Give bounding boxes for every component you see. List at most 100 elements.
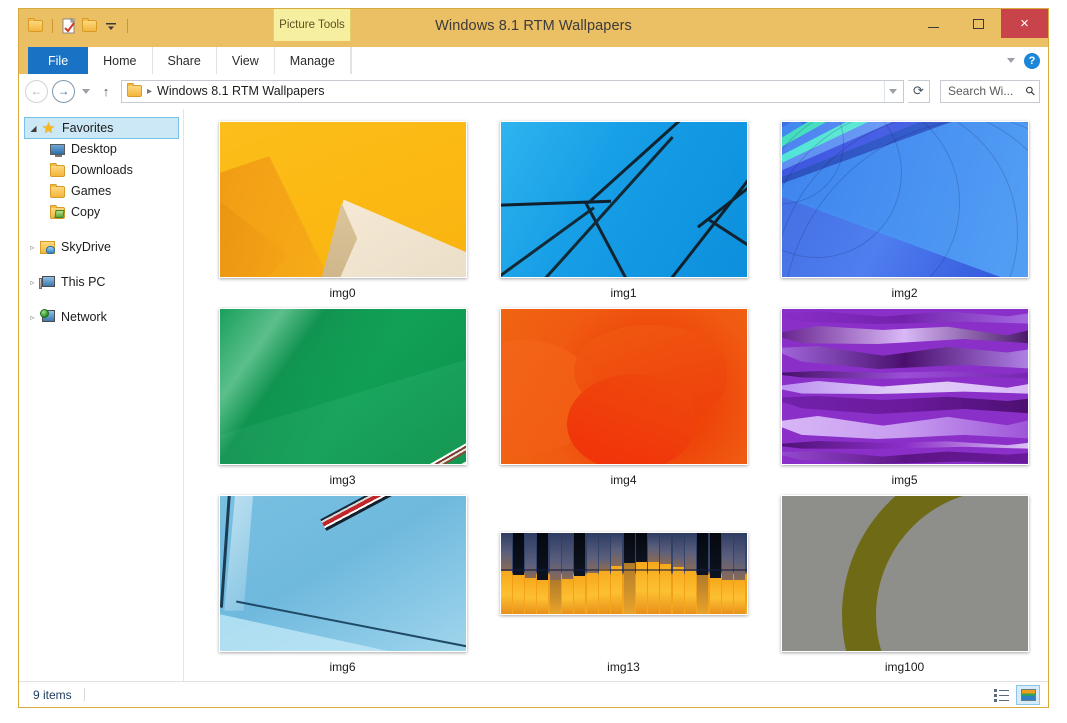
sidebar-item-label: Favorites bbox=[62, 122, 113, 135]
forward-icon: → bbox=[58, 84, 70, 98]
thumbnail-wrap bbox=[202, 491, 483, 656]
file-name-label: img6 bbox=[329, 656, 355, 678]
file-name-label: img1 bbox=[610, 282, 636, 304]
tab-view[interactable]: View bbox=[217, 47, 275, 74]
breadcrumb-separator: ▸ bbox=[147, 86, 152, 97]
close-button[interactable]: × bbox=[1001, 9, 1048, 38]
up-button[interactable]: ↑ bbox=[97, 84, 115, 99]
sidebar-item-label: SkyDrive bbox=[61, 241, 111, 254]
chevron-down-icon bbox=[82, 89, 90, 94]
thumbnail-wrap bbox=[483, 304, 764, 469]
help-icon[interactable]: ? bbox=[1024, 53, 1040, 69]
file-list-view[interactable]: img0 img1 img2 bbox=[184, 109, 1048, 681]
list-item[interactable]: img3 bbox=[202, 304, 483, 491]
sidebar-item-skydrive[interactable]: ▹ SkyDrive bbox=[20, 237, 183, 258]
twisty-icon[interactable]: ◢ bbox=[27, 124, 40, 133]
file-name-label: img5 bbox=[891, 469, 917, 491]
file-thumbnail[interactable] bbox=[500, 308, 748, 465]
file-thumbnail[interactable] bbox=[500, 532, 748, 615]
tab-view-label: View bbox=[232, 54, 259, 68]
folder-icon bbox=[49, 163, 66, 178]
sidebar-item-label: Copy bbox=[71, 206, 100, 219]
list-item[interactable]: img6 bbox=[202, 491, 483, 678]
navigation-pane: ◢ ★ Favorites Desktop Downloads Games Co… bbox=[20, 109, 184, 681]
sidebar-item-games[interactable]: Games bbox=[20, 181, 183, 202]
twisty-icon[interactable]: ▹ bbox=[26, 278, 39, 287]
address-dropdown-icon[interactable] bbox=[884, 81, 901, 102]
maximize-button[interactable] bbox=[956, 9, 1001, 38]
file-thumbnail[interactable] bbox=[219, 308, 467, 465]
sidebar-item-label: Downloads bbox=[71, 164, 133, 177]
tab-share[interactable]: Share bbox=[153, 47, 217, 74]
thumbnail-wrap bbox=[202, 117, 483, 282]
title-bar: Picture Tools Windows 8.1 RTM Wallpapers… bbox=[19, 9, 1048, 47]
sidebar-item-downloads[interactable]: Downloads bbox=[20, 160, 183, 181]
thumbnail-wrap bbox=[764, 304, 1045, 469]
file-name-label: img0 bbox=[329, 282, 355, 304]
file-name-label: img3 bbox=[329, 469, 355, 491]
list-item[interactable]: img4 bbox=[483, 304, 764, 491]
explorer-body: ◢ ★ Favorites Desktop Downloads Games Co… bbox=[19, 109, 1048, 681]
tab-manage[interactable]: Manage bbox=[275, 47, 351, 74]
this-pc-icon bbox=[39, 275, 56, 290]
file-thumbnail[interactable] bbox=[219, 121, 467, 278]
twisty-icon[interactable]: ▹ bbox=[26, 243, 39, 252]
maximize-icon bbox=[973, 19, 984, 29]
star-icon: ★ bbox=[40, 121, 57, 136]
folder-icon bbox=[49, 184, 66, 199]
list-item[interactable]: img100 bbox=[764, 491, 1045, 678]
file-thumbnail[interactable] bbox=[781, 308, 1029, 465]
twisty-icon[interactable]: ▹ bbox=[26, 313, 39, 322]
network-icon bbox=[39, 310, 56, 325]
chevron-down-icon bbox=[889, 89, 897, 94]
folder-sync-icon bbox=[49, 205, 66, 220]
file-thumbnail[interactable] bbox=[219, 495, 467, 652]
refresh-button[interactable]: ⟳ bbox=[908, 80, 930, 103]
file-thumbnail[interactable] bbox=[781, 121, 1029, 278]
window-controls: × bbox=[911, 9, 1048, 38]
file-thumbnail[interactable] bbox=[500, 121, 748, 278]
sidebar-item-favorites[interactable]: ◢ ★ Favorites bbox=[24, 117, 179, 139]
sidebar-item-copy[interactable]: Copy bbox=[20, 202, 183, 223]
search-input[interactable]: Search Wi... bbox=[948, 84, 1026, 98]
tab-home[interactable]: Home bbox=[88, 47, 152, 74]
file-name-label: img100 bbox=[885, 656, 924, 678]
file-name-label: img2 bbox=[891, 282, 917, 304]
thumbnail-wrap bbox=[202, 304, 483, 469]
window-title: Windows 8.1 RTM Wallpapers bbox=[19, 18, 1048, 34]
sidebar-item-desktop[interactable]: Desktop bbox=[20, 139, 183, 160]
list-item[interactable]: img0 bbox=[202, 117, 483, 304]
forward-button[interactable]: → bbox=[52, 80, 75, 103]
desktop-icon bbox=[49, 142, 66, 157]
thumbnail-wrap bbox=[483, 491, 764, 656]
tab-home-label: Home bbox=[103, 54, 136, 68]
search-box[interactable]: Search Wi... ⚲ bbox=[940, 80, 1040, 103]
details-view-icon bbox=[994, 689, 1009, 701]
tab-file[interactable]: File bbox=[28, 47, 88, 74]
thumbnail-wrap bbox=[764, 117, 1045, 282]
list-item[interactable]: img5 bbox=[764, 304, 1045, 491]
list-item[interactable]: img2 bbox=[764, 117, 1045, 304]
large-icons-view-icon bbox=[1021, 689, 1036, 701]
details-view-button[interactable] bbox=[989, 685, 1013, 705]
explorer-window: Picture Tools Windows 8.1 RTM Wallpapers… bbox=[18, 8, 1049, 708]
thumbnail-wrap bbox=[483, 117, 764, 282]
large-icons-view-button[interactable] bbox=[1016, 685, 1040, 705]
back-button[interactable]: ← bbox=[25, 80, 48, 103]
sidebar-item-network[interactable]: ▹ Network bbox=[20, 307, 183, 328]
breadcrumb: Windows 8.1 RTM Wallpapers bbox=[157, 84, 884, 98]
address-bar[interactable]: ▸ Windows 8.1 RTM Wallpapers bbox=[121, 80, 904, 103]
item-count-label: 9 items bbox=[33, 688, 72, 702]
list-item[interactable]: img13 bbox=[483, 491, 764, 678]
sidebar-item-label: Games bbox=[71, 185, 111, 198]
recent-locations-button[interactable] bbox=[79, 89, 93, 94]
status-bar: 9 items bbox=[19, 681, 1048, 707]
file-thumbnail[interactable] bbox=[781, 495, 1029, 652]
sidebar-item-this-pc[interactable]: ▹ This PC bbox=[20, 272, 183, 293]
minimize-button[interactable] bbox=[911, 9, 956, 38]
address-bar-row: ← → ↑ ▸ Windows 8.1 RTM Wallpapers ⟳ Sea… bbox=[19, 74, 1048, 109]
file-name-label: img13 bbox=[607, 656, 640, 678]
list-item[interactable]: img1 bbox=[483, 117, 764, 304]
skydrive-icon bbox=[39, 240, 56, 255]
chevron-down-icon[interactable] bbox=[1007, 58, 1015, 63]
